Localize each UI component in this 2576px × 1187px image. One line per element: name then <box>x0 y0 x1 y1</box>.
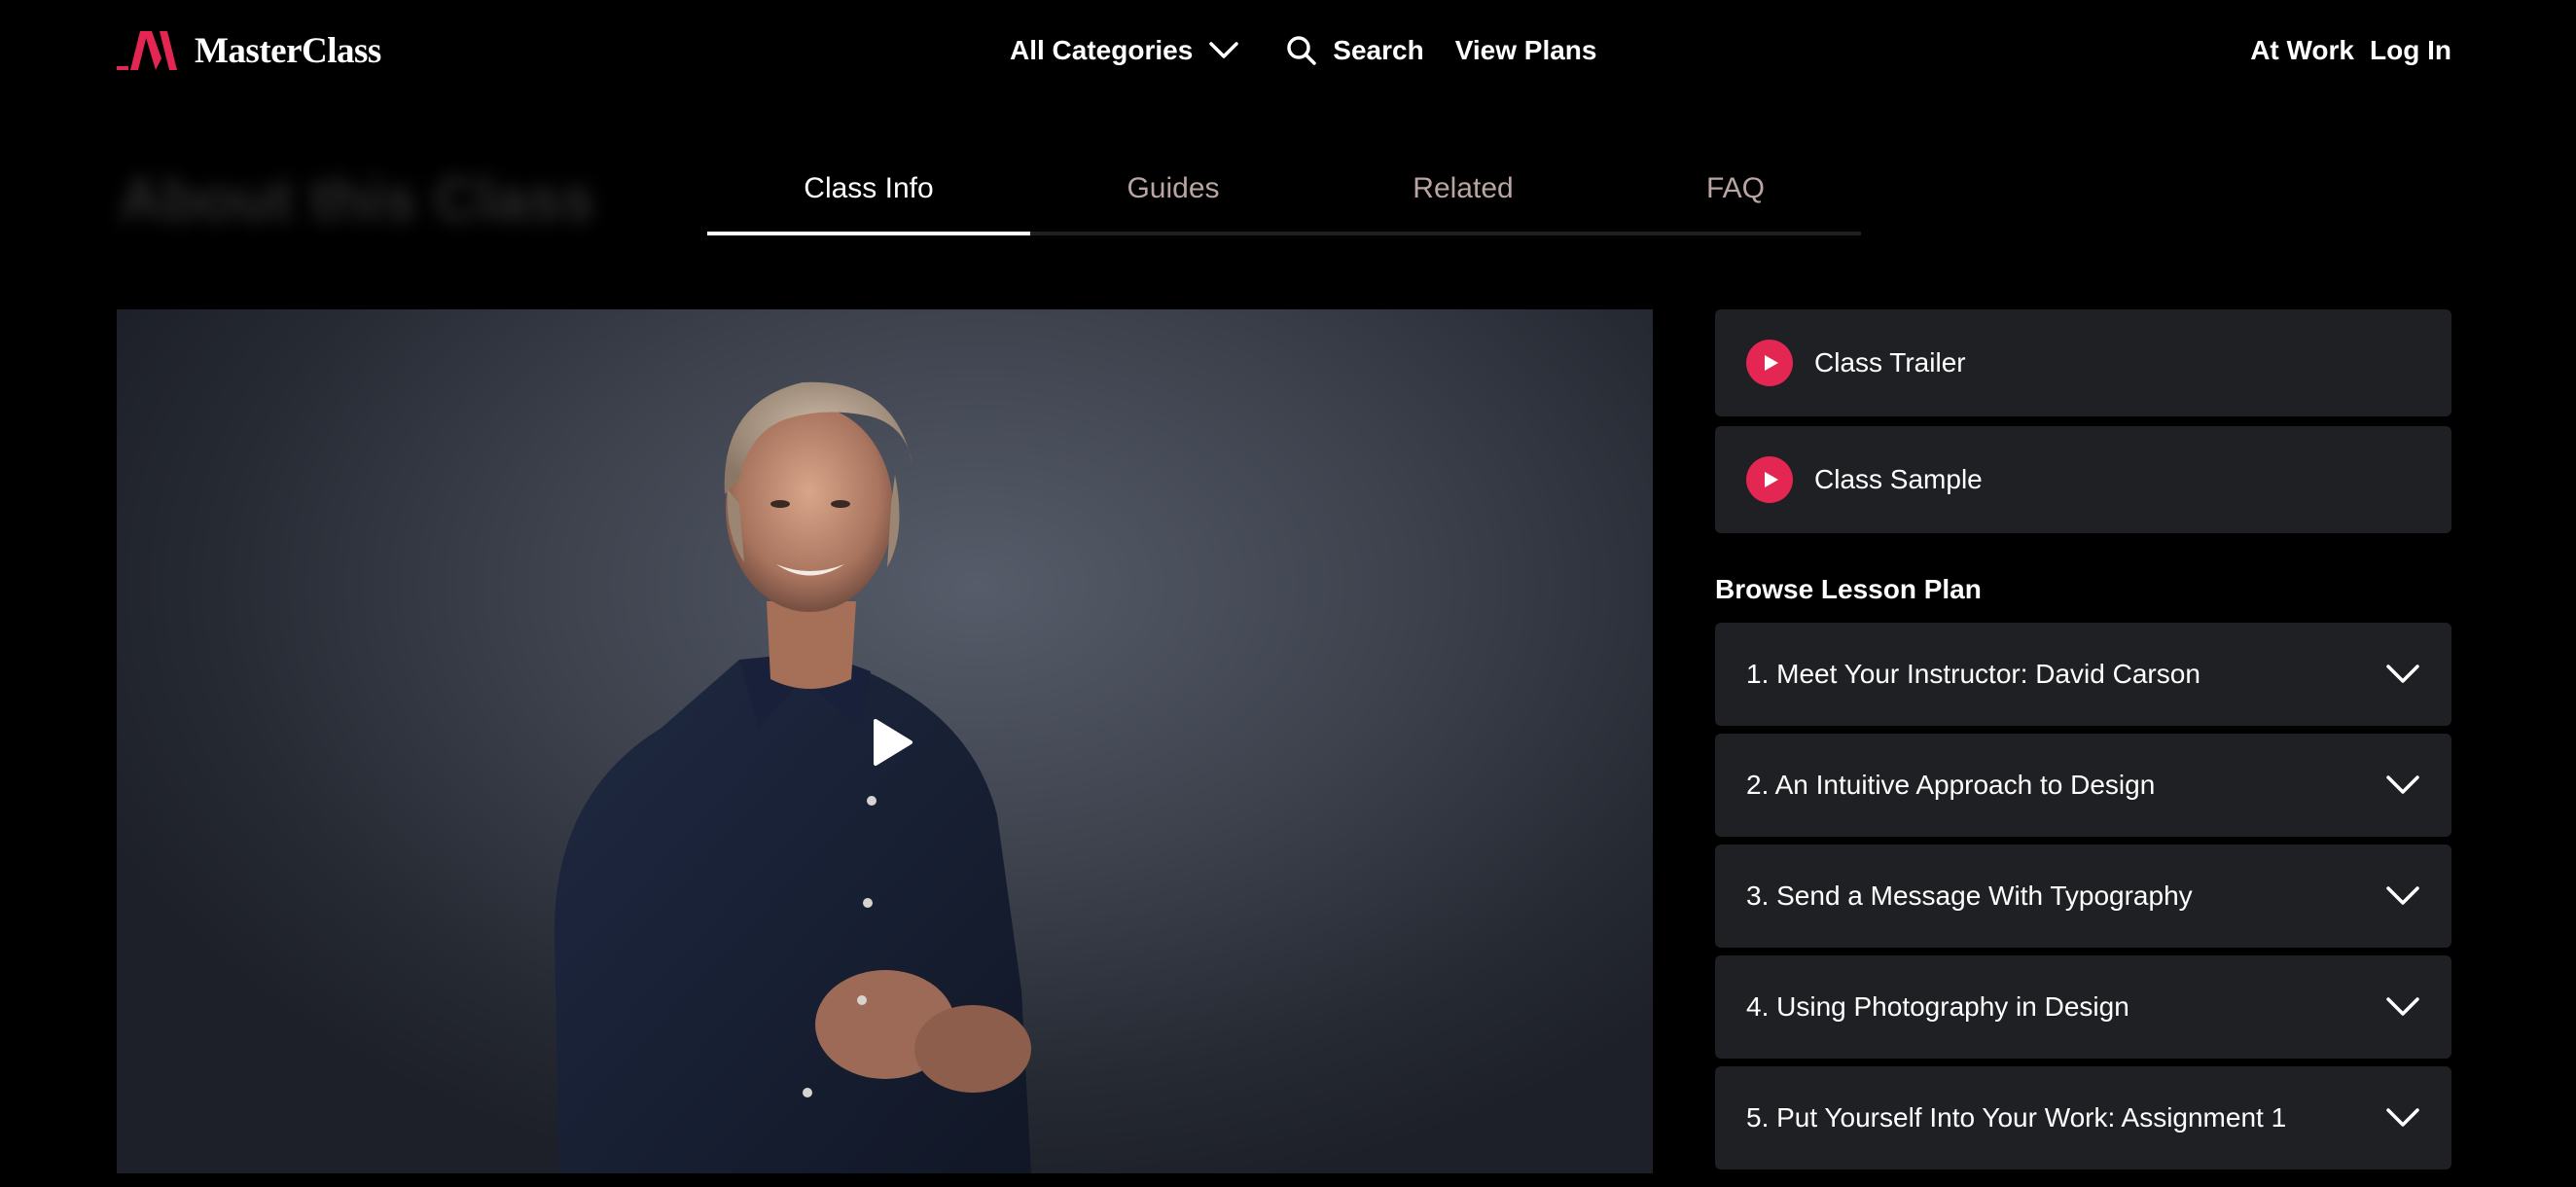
class-trailer-button[interactable]: Class Trailer <box>1715 309 2451 416</box>
lesson-item[interactable]: 3. Send a Message With Typography <box>1715 845 2451 948</box>
class-tabs: Class Info Guides Related FAQ <box>707 146 1861 235</box>
lesson-plan-heading: Browse Lesson Plan <box>1715 574 1982 604</box>
view-plans-link[interactable]: View Plans <box>1455 35 1597 66</box>
login-link[interactable]: Log In <box>2370 35 2451 66</box>
at-work-link[interactable]: At Work <box>2250 35 2354 66</box>
chevron-down-icon <box>2386 1108 2419 1127</box>
class-video-player[interactable] <box>117 309 1653 1173</box>
chevron-down-icon <box>2386 775 2419 794</box>
masterclass-logo[interactable]: MasterClass <box>117 29 381 72</box>
all-categories-label: All Categories <box>1010 35 1194 65</box>
class-sample-label: Class Sample <box>1814 464 1983 494</box>
lesson-item[interactable]: 4. Using Photography in Design <box>1715 955 2451 1059</box>
main-nav: All Categories Search View Plans <box>1010 29 1596 72</box>
search-button[interactable]: Search <box>1286 35 1424 66</box>
lesson-item[interactable]: 2. An Intuitive Approach to Design <box>1715 734 2451 837</box>
search-icon <box>1287 36 1317 65</box>
lesson-title: 3. Send a Message With Typography <box>1746 881 2193 911</box>
class-trailer-label: Class Trailer <box>1814 347 1966 378</box>
tab-related[interactable]: Related <box>1316 146 1610 232</box>
site-header: MasterClass All Categories Search View P… <box>0 0 2576 103</box>
chevron-down-icon <box>1209 42 1239 58</box>
blurred-section-heading: About this Class <box>119 166 595 234</box>
play-icon[interactable] <box>872 718 914 767</box>
lesson-title: 5. Put Yourself Into Your Work: Assignme… <box>1746 1102 2287 1133</box>
tab-guides[interactable]: Guides <box>1030 146 1316 232</box>
masterclass-logo-icon <box>117 31 177 70</box>
chevron-down-icon <box>2386 665 2419 683</box>
lesson-title: 4. Using Photography in Design <box>1746 991 2129 1022</box>
brand-name: MasterClass <box>195 30 381 71</box>
play-icon <box>1746 456 1793 503</box>
search-label: Search <box>1333 35 1424 65</box>
chevron-down-icon <box>2386 886 2419 905</box>
play-icon <box>1746 340 1793 386</box>
chevron-down-icon <box>2386 997 2419 1016</box>
lesson-item[interactable]: 1. Meet Your Instructor: David Carson <box>1715 623 2451 726</box>
lesson-title: 2. An Intuitive Approach to Design <box>1746 770 2156 800</box>
tab-class-info[interactable]: Class Info <box>707 146 1030 235</box>
lesson-item[interactable]: 5. Put Yourself Into Your Work: Assignme… <box>1715 1066 2451 1169</box>
all-categories-dropdown[interactable]: All Categories <box>1010 35 1239 66</box>
lesson-title: 1. Meet Your Instructor: David Carson <box>1746 659 2200 689</box>
class-sample-button[interactable]: Class Sample <box>1715 426 2451 533</box>
account-nav: At Work Log In <box>2250 29 2451 72</box>
tab-faq[interactable]: FAQ <box>1610 146 1861 232</box>
